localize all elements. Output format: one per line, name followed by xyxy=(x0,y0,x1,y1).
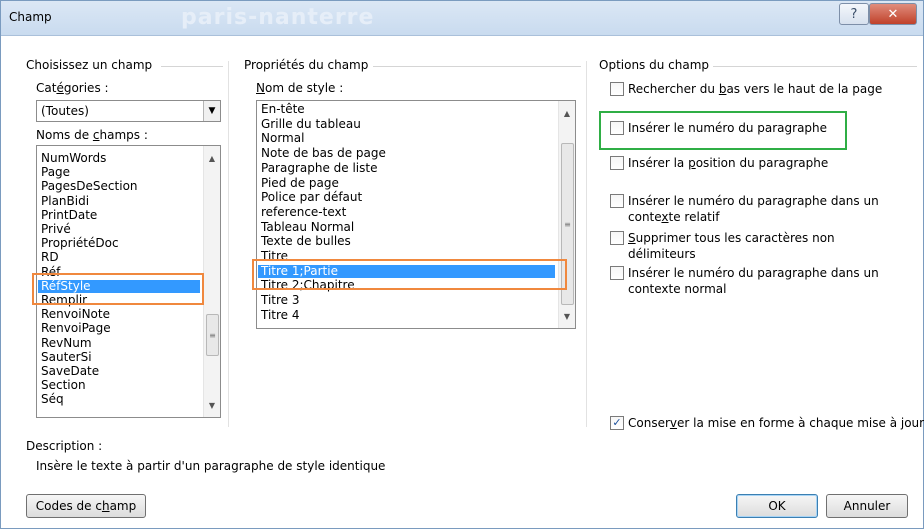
list-item-selected[interactable]: RéfStyle xyxy=(38,279,200,293)
list-item[interactable]: Séq xyxy=(41,393,64,406)
checkbox-checked[interactable]: ✓ xyxy=(610,416,624,430)
background-window-title: paris-nanterre xyxy=(181,5,375,30)
separator-left xyxy=(228,61,229,427)
style-names-list[interactable]: En-tête Grille du tableau Normal Note de ba… xyxy=(256,100,576,329)
field-codes-button[interactable]: Codes de c h amp xyxy=(26,494,146,518)
list-item[interactable]: Texte de bulles xyxy=(261,235,351,248)
checkbox[interactable] xyxy=(610,266,624,280)
field-names-list[interactable]: NumWords Page PagesDeSection PlanBidi PrintD… xyxy=(36,145,221,418)
right-group-title: Options du champ xyxy=(599,58,710,72)
list-item[interactable]: Titre xyxy=(261,250,288,263)
checkmark-icon: ✓ xyxy=(612,416,622,429)
categories-value: (Toutes) xyxy=(41,104,89,118)
option-label: Insérer le numéro du paragraphe xyxy=(628,121,828,135)
checkbox[interactable] xyxy=(610,156,624,170)
scroll-thumb[interactable]: ≡ xyxy=(206,314,219,356)
left-group-title: Choisissez un champ xyxy=(26,58,153,72)
list-item[interactable]: SauterSi xyxy=(41,350,92,364)
list-item[interactable]: Section xyxy=(41,379,86,392)
list-item-selected[interactable]: Titre 1;Partie xyxy=(258,264,555,278)
cancel-button[interactable]: Annuler xyxy=(826,494,908,518)
checkbox[interactable] xyxy=(610,82,624,96)
option-label: Insérer le numéro du paragraphe dans un … xyxy=(628,266,879,296)
separator-right xyxy=(586,61,587,427)
option-label: Conserver la mise en forme à chaque mise… xyxy=(628,416,924,430)
list-item[interactable]: SaveDate xyxy=(41,365,99,378)
list-item[interactable]: Privé xyxy=(41,223,71,236)
title-bar[interactable]: paris-nanterre Champ ? ✕ xyxy=(1,1,923,36)
list-item[interactable]: Tableau Normal xyxy=(261,220,354,234)
list-item[interactable]: PagesDeSection xyxy=(41,180,138,193)
left-group-rule xyxy=(161,66,223,67)
right-group-rule xyxy=(713,66,917,67)
list-item[interactable]: Note de bas de page xyxy=(261,147,386,160)
list-item[interactable]: Titre 2;Chapitre xyxy=(261,279,355,292)
close-icon: ✕ xyxy=(887,6,899,22)
chevron-down-icon[interactable]: ▼ xyxy=(203,101,220,121)
option-label: Rechercher du bas vers le haut de la pag… xyxy=(628,82,883,96)
list-item[interactable]: RenvoiPage xyxy=(41,322,111,335)
list-item[interactable]: Police par défaut xyxy=(261,191,362,204)
description-label: Description : xyxy=(26,439,103,453)
list-item[interactable]: Page xyxy=(41,166,70,179)
list-item[interactable]: Réf xyxy=(41,265,60,279)
list-item[interactable]: Normal xyxy=(261,132,304,145)
list-item[interactable]: NumWords xyxy=(41,152,106,165)
scroll-up-icon[interactable]: ▲ xyxy=(204,150,220,166)
categories-combo[interactable]: (Toutes) ▼ xyxy=(36,100,221,122)
list-item[interactable]: RevNum xyxy=(41,336,92,350)
categories-label: Catégories : xyxy=(36,81,109,95)
ok-button[interactable]: OK xyxy=(736,494,818,518)
style-list-scrollbar[interactable]: ▲ ≡ ▼ xyxy=(558,101,575,328)
checkbox[interactable] xyxy=(610,231,624,245)
list-item[interactable]: PropriétéDoc xyxy=(41,237,119,250)
scroll-down-icon[interactable]: ▼ xyxy=(204,397,220,413)
middle-group-title: Propriétés du champ xyxy=(244,58,369,72)
list-item[interactable]: Titre 4 xyxy=(261,308,300,322)
scroll-down-icon[interactable]: ▼ xyxy=(559,308,575,324)
field-list-scrollbar[interactable]: ▲ ≡ ▼ xyxy=(203,146,220,417)
list-item[interactable]: Titre 3 xyxy=(261,294,300,307)
option-label: Insérer la position du paragraphe xyxy=(628,156,829,170)
help-button[interactable]: ? xyxy=(839,3,869,25)
field-names-label: Noms de champs : xyxy=(36,128,148,142)
list-item[interactable]: Remplir xyxy=(41,294,87,307)
list-item[interactable]: PrintDate xyxy=(41,208,97,222)
help-icon: ? xyxy=(850,6,858,22)
window-title: Champ xyxy=(9,10,52,24)
close-button[interactable]: ✕ xyxy=(869,3,917,25)
list-item[interactable]: En-tête xyxy=(261,103,305,116)
list-item[interactable]: RenvoiNote xyxy=(41,308,110,321)
style-name-label: Nom de style : xyxy=(256,81,344,95)
option-label: Supprimer tous les caractères non délimi… xyxy=(628,231,835,261)
description-text: Insère le texte à partir d'un paragraphe… xyxy=(36,459,386,473)
list-item[interactable]: reference-text xyxy=(261,205,346,219)
option-label: Insérer le numéro du paragraphe dans un c… xyxy=(628,194,879,224)
list-item[interactable]: PlanBidi xyxy=(41,194,89,208)
middle-group-rule xyxy=(373,66,581,67)
checkbox[interactable] xyxy=(610,121,624,135)
checkbox[interactable] xyxy=(610,194,624,208)
list-item[interactable]: Paragraphe de liste xyxy=(261,161,377,175)
list-item[interactable]: RD xyxy=(41,251,59,264)
scroll-up-icon[interactable]: ▲ xyxy=(559,105,575,121)
list-item[interactable]: Grille du tableau xyxy=(261,117,361,131)
field-dialog: paris-nanterre Champ ? ✕ Choisissez un c… xyxy=(0,0,924,529)
list-item[interactable]: Pied de page xyxy=(261,176,339,190)
scroll-thumb[interactable]: ≡ xyxy=(561,143,574,305)
